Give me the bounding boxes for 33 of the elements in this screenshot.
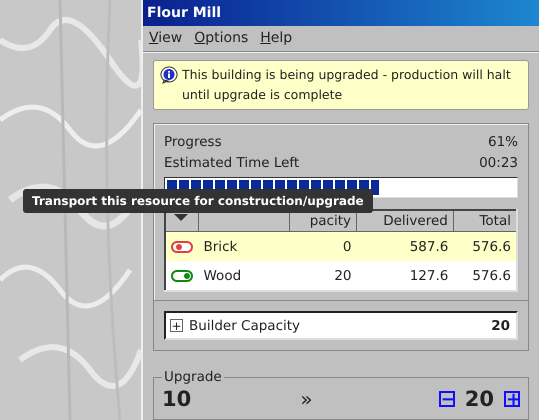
toggle-switch[interactable] xyxy=(171,240,193,252)
tooltip-pointer xyxy=(174,214,188,221)
column-header[interactable]: Delivered xyxy=(356,210,454,232)
current-level: 10 xyxy=(162,387,192,411)
builder-label: Builder Capacity xyxy=(189,318,302,334)
table-cell: 127.6 xyxy=(356,261,454,291)
menu-item[interactable]: Help xyxy=(260,30,292,46)
toggle-switch[interactable] xyxy=(171,270,193,282)
table-cell: 576.6 xyxy=(453,261,517,291)
table-cell: 0 xyxy=(290,232,356,261)
info-icon xyxy=(160,66,178,84)
resource-row[interactable]: Wood 20 127.6 576.6 xyxy=(165,261,517,291)
time-label: Estimated Time Left xyxy=(164,154,300,173)
table-cell: 587.6 xyxy=(356,232,454,261)
table-cell: Wood xyxy=(198,261,290,291)
menu-item[interactable]: View xyxy=(149,30,182,46)
arrow-glyph: » xyxy=(300,387,314,411)
window-title: Flour Mill xyxy=(143,0,539,26)
time-value: 00:23 xyxy=(479,154,518,173)
increase-button[interactable]: + xyxy=(504,391,520,407)
progress-label: Progress xyxy=(164,133,222,152)
expand-button[interactable]: + xyxy=(170,319,183,332)
notice-text: This building is being upgraded - production will halt until upgrade is complete xyxy=(182,66,512,104)
menu-item[interactable]: Options xyxy=(194,30,248,46)
table-cell: 576.6 xyxy=(453,232,517,261)
progress-value: 61% xyxy=(488,133,518,152)
table-cell: 20 xyxy=(290,261,356,291)
target-level: 20 xyxy=(464,387,494,411)
group-title: Upgrade xyxy=(163,369,223,385)
resource-row[interactable]: Brick 0 587.6 576.6 xyxy=(165,232,517,261)
column-header[interactable]: Total xyxy=(453,210,517,232)
builder-value: 20 xyxy=(491,318,510,334)
table-cell: Brick xyxy=(198,232,290,261)
